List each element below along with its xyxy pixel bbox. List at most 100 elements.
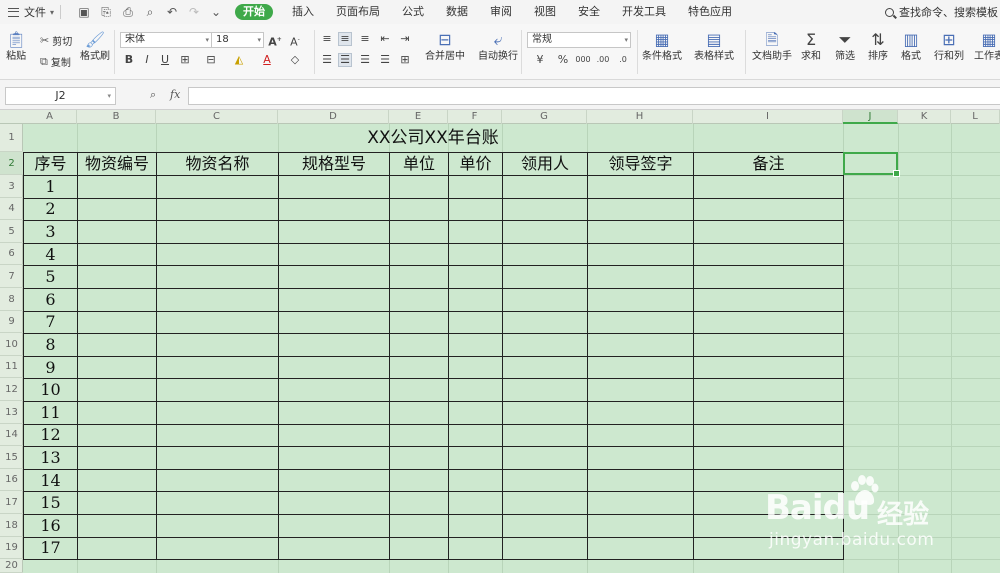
align-bottom-icon[interactable]: ≡: [358, 32, 372, 46]
worksheet-button[interactable]: ▦ 工作表: [974, 30, 1000, 64]
empty-cell[interactable]: [587, 513, 694, 538]
customize-toolbar-icon[interactable]: ⌄: [209, 5, 223, 19]
empty-cell[interactable]: [502, 220, 588, 244]
empty-cell[interactable]: [448, 536, 503, 561]
row-col-button[interactable]: ⊞ 行和列: [934, 30, 964, 64]
cut-button[interactable]: ✂ 剪切: [40, 33, 72, 48]
empty-cell[interactable]: [502, 197, 588, 222]
empty-cell[interactable]: [587, 265, 694, 289]
zoom-search-icon[interactable]: ⌕: [150, 88, 156, 102]
empty-cell[interactable]: [448, 310, 503, 335]
empty-cell[interactable]: [156, 513, 279, 538]
serial-cell[interactable]: 15: [23, 491, 78, 515]
column-header-j[interactable]: J: [843, 110, 898, 124]
empty-cell[interactable]: [448, 197, 503, 222]
wrap-text-button[interactable]: ⤶ 自动换行: [478, 30, 518, 64]
column-header-i[interactable]: I: [693, 110, 843, 124]
column-header-l[interactable]: L: [951, 110, 1000, 124]
fill-color-icon[interactable]: ◭: [232, 53, 246, 67]
serial-cell[interactable]: 8: [23, 333, 78, 357]
empty-cell[interactable]: [587, 423, 694, 448]
empty-cell[interactable]: [77, 220, 157, 244]
copy-button[interactable]: ⧉ 复制: [40, 54, 71, 70]
row-header-20[interactable]: 20: [0, 559, 23, 573]
empty-cell[interactable]: [389, 491, 449, 515]
empty-cell[interactable]: [278, 423, 390, 448]
bold-icon[interactable]: B: [122, 53, 136, 67]
row-header-12[interactable]: 12: [0, 378, 23, 401]
empty-cell[interactable]: [693, 310, 844, 335]
empty-cell[interactable]: [77, 287, 157, 312]
empty-cell[interactable]: [278, 265, 390, 289]
align-left-icon[interactable]: ☰: [320, 53, 334, 67]
empty-cell[interactable]: [389, 400, 449, 425]
fx-icon[interactable]: fx: [170, 88, 180, 101]
empty-cell[interactable]: [502, 310, 588, 335]
empty-cell[interactable]: [389, 220, 449, 244]
empty-cell[interactable]: [77, 423, 157, 448]
empty-cell[interactable]: [77, 378, 157, 402]
row-header-2[interactable]: 2: [0, 152, 23, 175]
empty-cell[interactable]: [389, 355, 449, 380]
empty-cell[interactable]: [693, 220, 844, 244]
distributed-align-icon[interactable]: ⊞: [398, 53, 412, 67]
empty-cell[interactable]: [693, 378, 844, 402]
empty-cell[interactable]: [278, 491, 390, 515]
row-header-10[interactable]: 10: [0, 333, 23, 356]
empty-cell[interactable]: [587, 491, 694, 515]
row-header-8[interactable]: 8: [0, 288, 23, 311]
empty-cell[interactable]: [389, 468, 449, 493]
empty-cell[interactable]: [156, 333, 279, 357]
empty-cell[interactable]: [278, 287, 390, 312]
empty-cell[interactable]: [587, 446, 694, 470]
empty-cell[interactable]: [77, 513, 157, 538]
increase-indent-icon[interactable]: ⇥: [398, 32, 412, 46]
align-center-icon[interactable]: ☰: [338, 53, 352, 67]
empty-cell[interactable]: [156, 536, 279, 561]
empty-cell[interactable]: [587, 400, 694, 425]
empty-cell[interactable]: [448, 491, 503, 515]
row-header-5[interactable]: 5: [0, 220, 23, 243]
justify-icon[interactable]: ☰: [378, 53, 392, 67]
empty-cell[interactable]: [587, 287, 694, 312]
empty-cell[interactable]: [389, 536, 449, 561]
column-header-h[interactable]: H: [587, 110, 693, 124]
row-header-1[interactable]: 1: [0, 124, 23, 152]
font-name-select[interactable]: 宋体 ▾: [120, 32, 212, 48]
empty-cell[interactable]: [693, 446, 844, 470]
row-header-19[interactable]: 19: [0, 537, 23, 559]
empty-cell[interactable]: [156, 175, 279, 199]
empty-cell[interactable]: [278, 310, 390, 335]
align-right-icon[interactable]: ☰: [358, 53, 372, 67]
empty-cell[interactable]: [502, 468, 588, 493]
empty-cell[interactable]: [156, 446, 279, 470]
tab-security[interactable]: 安全: [567, 0, 611, 24]
decrease-indent-icon[interactable]: ⇤: [378, 32, 392, 46]
empty-cell[interactable]: [278, 446, 390, 470]
empty-cell[interactable]: [278, 400, 390, 425]
column-header-b[interactable]: B: [77, 110, 156, 124]
empty-cell[interactable]: [587, 175, 694, 199]
empty-cell[interactable]: [389, 310, 449, 335]
chevron-down-icon[interactable]: ▾: [107, 88, 111, 104]
empty-cell[interactable]: [77, 310, 157, 335]
empty-cell[interactable]: [278, 468, 390, 493]
empty-cell[interactable]: [448, 468, 503, 493]
serial-cell[interactable]: 7: [23, 310, 78, 335]
table-style-button[interactable]: ▤ 表格样式: [694, 30, 734, 64]
format-painter-button[interactable]: 🖌︎ 格式刷: [80, 30, 110, 64]
paste-button[interactable]: 📋︎ 粘贴: [6, 30, 26, 64]
row-header-6[interactable]: 6: [0, 243, 23, 265]
empty-cell[interactable]: [278, 333, 390, 357]
decrease-decimal-icon[interactable]: .0: [614, 53, 632, 67]
empty-cell[interactable]: [278, 197, 390, 222]
undo-icon[interactable]: ↶: [165, 5, 179, 19]
empty-cell[interactable]: [502, 265, 588, 289]
empty-cell[interactable]: [693, 355, 844, 380]
row-header-11[interactable]: 11: [0, 356, 23, 378]
empty-cell[interactable]: [77, 355, 157, 380]
empty-cell[interactable]: [278, 355, 390, 380]
empty-cell[interactable]: [587, 468, 694, 493]
empty-cell[interactable]: [502, 513, 588, 538]
sheet-title[interactable]: XX公司XX年台账: [23, 124, 843, 152]
